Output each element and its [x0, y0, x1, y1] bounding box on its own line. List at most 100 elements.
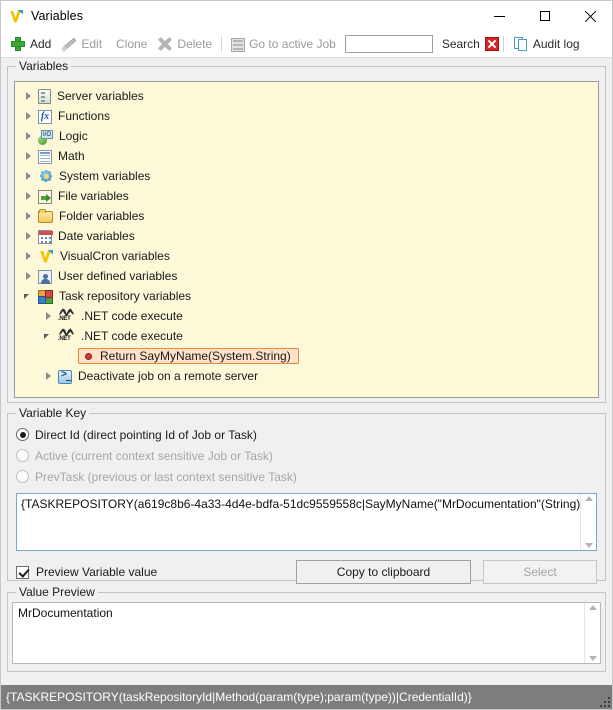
tree-item[interactable]: Math [21, 146, 598, 166]
collapse-toggle-icon[interactable] [21, 286, 38, 306]
tree-item[interactable]: Server variables [21, 86, 598, 106]
variables-tree[interactable]: Server variablesfxFunctionsLogicMathSyst… [14, 81, 599, 398]
clone-label: Clone [116, 37, 147, 51]
variables-group-title: Variables [16, 60, 71, 72]
value-preview-text: MrDocumentation [13, 603, 584, 663]
edit-label: Edit [81, 37, 102, 51]
tree-item[interactable]: .NET code execute [21, 326, 598, 346]
delete-label: Delete [177, 37, 212, 51]
preview-variable-value-checkbox[interactable] [16, 566, 29, 579]
copy-to-clipboard-button[interactable]: Copy to clipboard [296, 560, 471, 584]
clone-button[interactable]: Clone [107, 33, 152, 55]
window-title: Variables [31, 9, 83, 23]
add-button[interactable]: Add [5, 33, 56, 55]
expand-toggle-icon[interactable] [21, 126, 38, 146]
expand-toggle-icon[interactable] [41, 306, 58, 326]
expand-toggle-icon[interactable] [21, 206, 38, 226]
variable-key-body: Direct Id (direct pointing Id of Job or … [8, 414, 605, 592]
tree-item[interactable]: Folder variables [21, 206, 598, 226]
variable-key-groupbox: Variable Key Direct Id (direct pointing … [7, 413, 606, 581]
logic-icon [38, 130, 53, 144]
go-to-active-job-button[interactable]: Go to active Job [226, 33, 341, 55]
radio-prevtask-icon[interactable] [16, 470, 29, 483]
value-preview-groupbox: Value Preview MrDocumentation [7, 592, 606, 672]
close-button[interactable] [567, 1, 612, 31]
scroll-up-icon[interactable] [585, 496, 593, 501]
radio-direct-id-icon[interactable] [16, 428, 29, 441]
tree-item[interactable]: .NET code execute [21, 306, 598, 326]
function-icon: fx [38, 110, 52, 124]
tree-item-label: Folder variables [59, 209, 144, 223]
tree-spacer [61, 346, 78, 366]
value-preview-scrollbar[interactable] [584, 603, 600, 663]
expand-toggle-icon[interactable] [21, 186, 38, 206]
tree-item[interactable]: File variables [21, 186, 598, 206]
add-label: Add [30, 37, 51, 51]
x-mark-icon [157, 36, 173, 52]
tree-item[interactable]: Task repository variables [21, 286, 598, 306]
expand-toggle-icon[interactable] [21, 226, 38, 246]
variable-key-actions: Preview Variable value Copy to clipboard… [16, 560, 597, 584]
expand-toggle-icon[interactable] [21, 246, 38, 266]
tree-item[interactable]: Deactivate job on a remote server [21, 366, 598, 386]
preview-scroll-down-icon[interactable] [589, 656, 597, 661]
tree-item[interactable]: VisualCron variables [21, 246, 598, 266]
edit-button[interactable]: Edit [56, 33, 107, 55]
file-icon [38, 190, 52, 204]
variable-key-scrollbar[interactable] [580, 494, 596, 550]
title-bar: Variables [1, 1, 612, 31]
radio-active-icon[interactable] [16, 449, 29, 462]
preview-scroll-up-icon[interactable] [589, 605, 597, 610]
tree-item-label: Date variables [58, 229, 135, 243]
variable-key-field[interactable]: {TASKREPOSITORY(a619c8b6-4a33-4d4e-bdfa-… [16, 493, 597, 551]
collapse-toggle-icon[interactable] [41, 326, 58, 346]
maximize-icon [540, 11, 550, 21]
close-icon [584, 10, 596, 22]
audit-log-button[interactable]: Audit log [508, 33, 585, 55]
selected-item[interactable]: Return SayMyName(System.String) [78, 348, 299, 364]
tree-item-label: Return SayMyName(System.String) [100, 349, 291, 363]
clear-search-icon[interactable] [485, 37, 499, 51]
tree-item[interactable]: Return SayMyName(System.String) [21, 346, 598, 366]
tree-item-label: File variables [58, 189, 129, 203]
scroll-down-icon[interactable] [585, 543, 593, 548]
toolbar-separator-1 [221, 36, 222, 52]
radio-option-direct-id[interactable]: Direct Id (direct pointing Id of Job or … [16, 424, 597, 445]
search-input[interactable] [345, 35, 433, 53]
audit-log-label: Audit log [533, 37, 580, 51]
go-to-active-job-label: Go to active Job [249, 37, 336, 51]
math-icon [38, 150, 52, 164]
select-button[interactable]: Select [483, 560, 597, 584]
expand-toggle-icon[interactable] [21, 266, 38, 286]
expand-toggle-icon[interactable] [21, 146, 38, 166]
variables-tree-body: Server variablesfxFunctionsLogicMathSyst… [15, 82, 598, 386]
tree-item[interactable]: User defined variables [21, 266, 598, 286]
expand-toggle-icon[interactable] [21, 166, 38, 186]
variable-key-text[interactable]: {TASKREPOSITORY(a619c8b6-4a33-4d4e-bdfa-… [17, 494, 580, 550]
delete-button[interactable]: Delete [152, 33, 217, 55]
tree-item-label: .NET code execute [81, 329, 183, 343]
resize-grip-icon[interactable] [598, 695, 610, 707]
tree-item-label: VisualCron variables [60, 249, 170, 263]
expand-toggle-icon[interactable] [41, 366, 58, 386]
variables-window: Variables Add Edit Clone Delete [0, 0, 613, 710]
status-bar-text: {TASKREPOSITORY(taskRepositoryId|Method(… [6, 690, 472, 704]
expand-toggle-icon[interactable] [21, 86, 38, 106]
expand-toggle-icon[interactable] [21, 106, 38, 126]
radio-option-active[interactable]: Active (current context sensitive Job or… [16, 445, 597, 466]
minimize-button[interactable] [477, 1, 522, 31]
tree-item[interactable]: System variables [21, 166, 598, 186]
tree-item[interactable]: Date variables [21, 226, 598, 246]
value-preview-group-title: Value Preview [16, 586, 98, 598]
maximize-button[interactable] [522, 1, 567, 31]
tree-item[interactable]: fxFunctions [21, 106, 598, 126]
tree-item[interactable]: Logic [21, 126, 598, 146]
radio-option-prevtask[interactable]: PrevTask (previous or last context sensi… [16, 466, 597, 487]
value-preview-field[interactable]: MrDocumentation [12, 602, 601, 664]
task-repo-icon [38, 290, 53, 304]
tree-item-label: Task repository variables [59, 289, 191, 303]
dotnet-icon [58, 328, 75, 344]
search-button[interactable]: Search [437, 33, 485, 55]
remote-job-icon [58, 370, 72, 384]
preview-variable-value-label: Preview Variable value [36, 565, 157, 579]
